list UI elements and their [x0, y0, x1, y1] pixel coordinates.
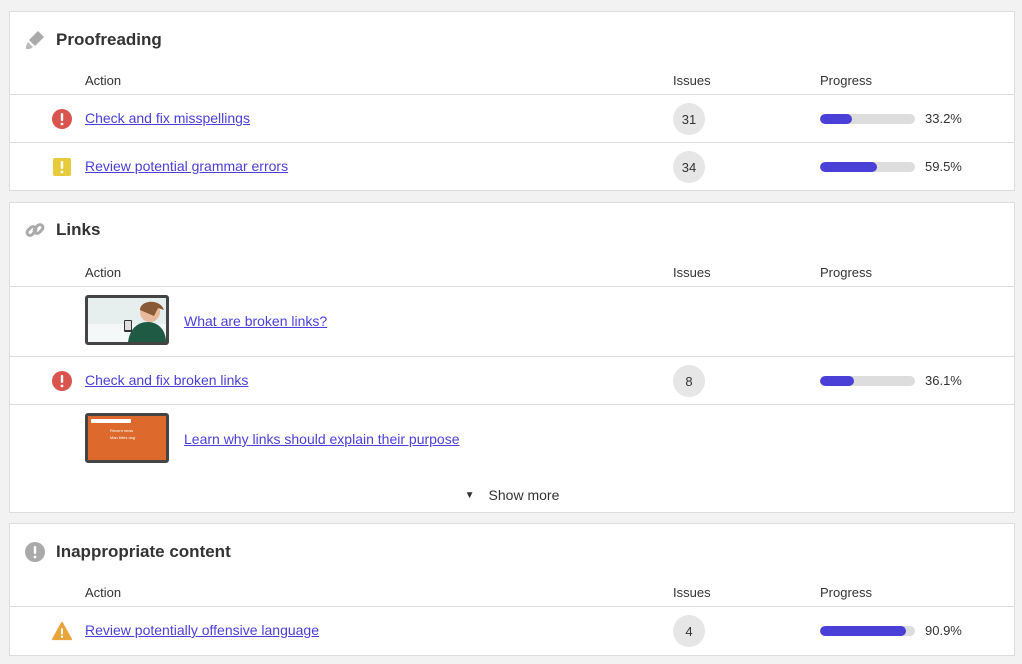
section-title: Links: [56, 220, 101, 239]
warning-triangle-icon: [52, 621, 72, 641]
col-progress: Progress: [820, 73, 873, 88]
proofreading-panel: Proofreading Action Issues Progress Check …: [9, 11, 1015, 191]
check-broken-links-link[interactable]: Check and fix broken links: [85, 372, 248, 388]
video-thumbnail[interactable]: [85, 295, 169, 345]
table-row: Review potentially offensive language 4 …: [10, 607, 1014, 655]
thumb-line: Recent news: [110, 428, 134, 433]
show-more-button[interactable]: ▼ Show more: [10, 475, 1014, 515]
error-icon: [52, 109, 72, 129]
thumb-line: Man bites dog: [110, 435, 136, 440]
issues-count: 34: [673, 151, 705, 183]
check-misspellings-link[interactable]: Check and fix misspellings: [85, 110, 250, 126]
video-thumbnail[interactable]: Recent news Man bites dog: [85, 413, 169, 463]
progress-bar: [820, 626, 915, 636]
section-title: Inappropriate content: [56, 542, 231, 561]
links-panel: Links Action Issues Progress What are brok…: [9, 202, 1015, 513]
col-action: Action: [85, 265, 122, 280]
column-headers: Action Issues Progress: [10, 257, 1014, 287]
table-row: Check and fix broken links 8 36.1%: [10, 357, 1014, 405]
col-action: Action: [85, 73, 122, 88]
section-title: Proofreading: [56, 30, 162, 49]
warning-icon: [53, 158, 71, 176]
col-action: Action: [85, 585, 122, 600]
table-row: Check and fix misspellings 31 33.2%: [10, 95, 1014, 143]
review-grammar-link[interactable]: Review potential grammar errors: [85, 158, 288, 174]
progress-percent: 59.5%: [925, 159, 962, 174]
issues-count: 8: [673, 365, 705, 397]
col-issues: Issues: [673, 585, 711, 600]
col-progress: Progress: [820, 265, 873, 280]
video-row: Recent news Man bites dog Learn why link…: [10, 405, 1014, 475]
broken-links-video-link[interactable]: What are broken links?: [184, 313, 327, 329]
issues-count: 31: [673, 103, 705, 135]
issues-count: 4: [673, 615, 705, 647]
progress-percent: 90.9%: [925, 623, 962, 638]
column-headers: Action Issues Progress: [10, 580, 1014, 607]
link-icon: [24, 219, 46, 241]
progress-bar: [820, 376, 915, 386]
progress-bar: [820, 162, 915, 172]
review-offensive-language-link[interactable]: Review potentially offensive language: [85, 622, 319, 638]
highlighter-icon: [24, 29, 46, 51]
col-issues: Issues: [673, 265, 711, 280]
column-headers: Action Issues Progress: [10, 68, 1014, 95]
links-purpose-video-link[interactable]: Learn why links should explain their pur…: [184, 431, 460, 447]
inappropriate-content-panel: Inappropriate content Action Issues Progre…: [9, 523, 1015, 656]
show-more-label: Show more: [488, 487, 560, 503]
progress-percent: 36.1%: [925, 373, 962, 388]
progress-percent: 33.2%: [925, 111, 962, 126]
caret-down-icon: ▼: [464, 489, 475, 501]
exclamation-circle-icon: [24, 541, 46, 563]
col-issues: Issues: [673, 73, 711, 88]
video-row: What are broken links?: [10, 287, 1014, 357]
progress-bar: [820, 114, 915, 124]
error-icon: [52, 371, 72, 391]
table-row: Review potential grammar errors 34 59.5%: [10, 143, 1014, 191]
col-progress: Progress: [820, 585, 873, 600]
